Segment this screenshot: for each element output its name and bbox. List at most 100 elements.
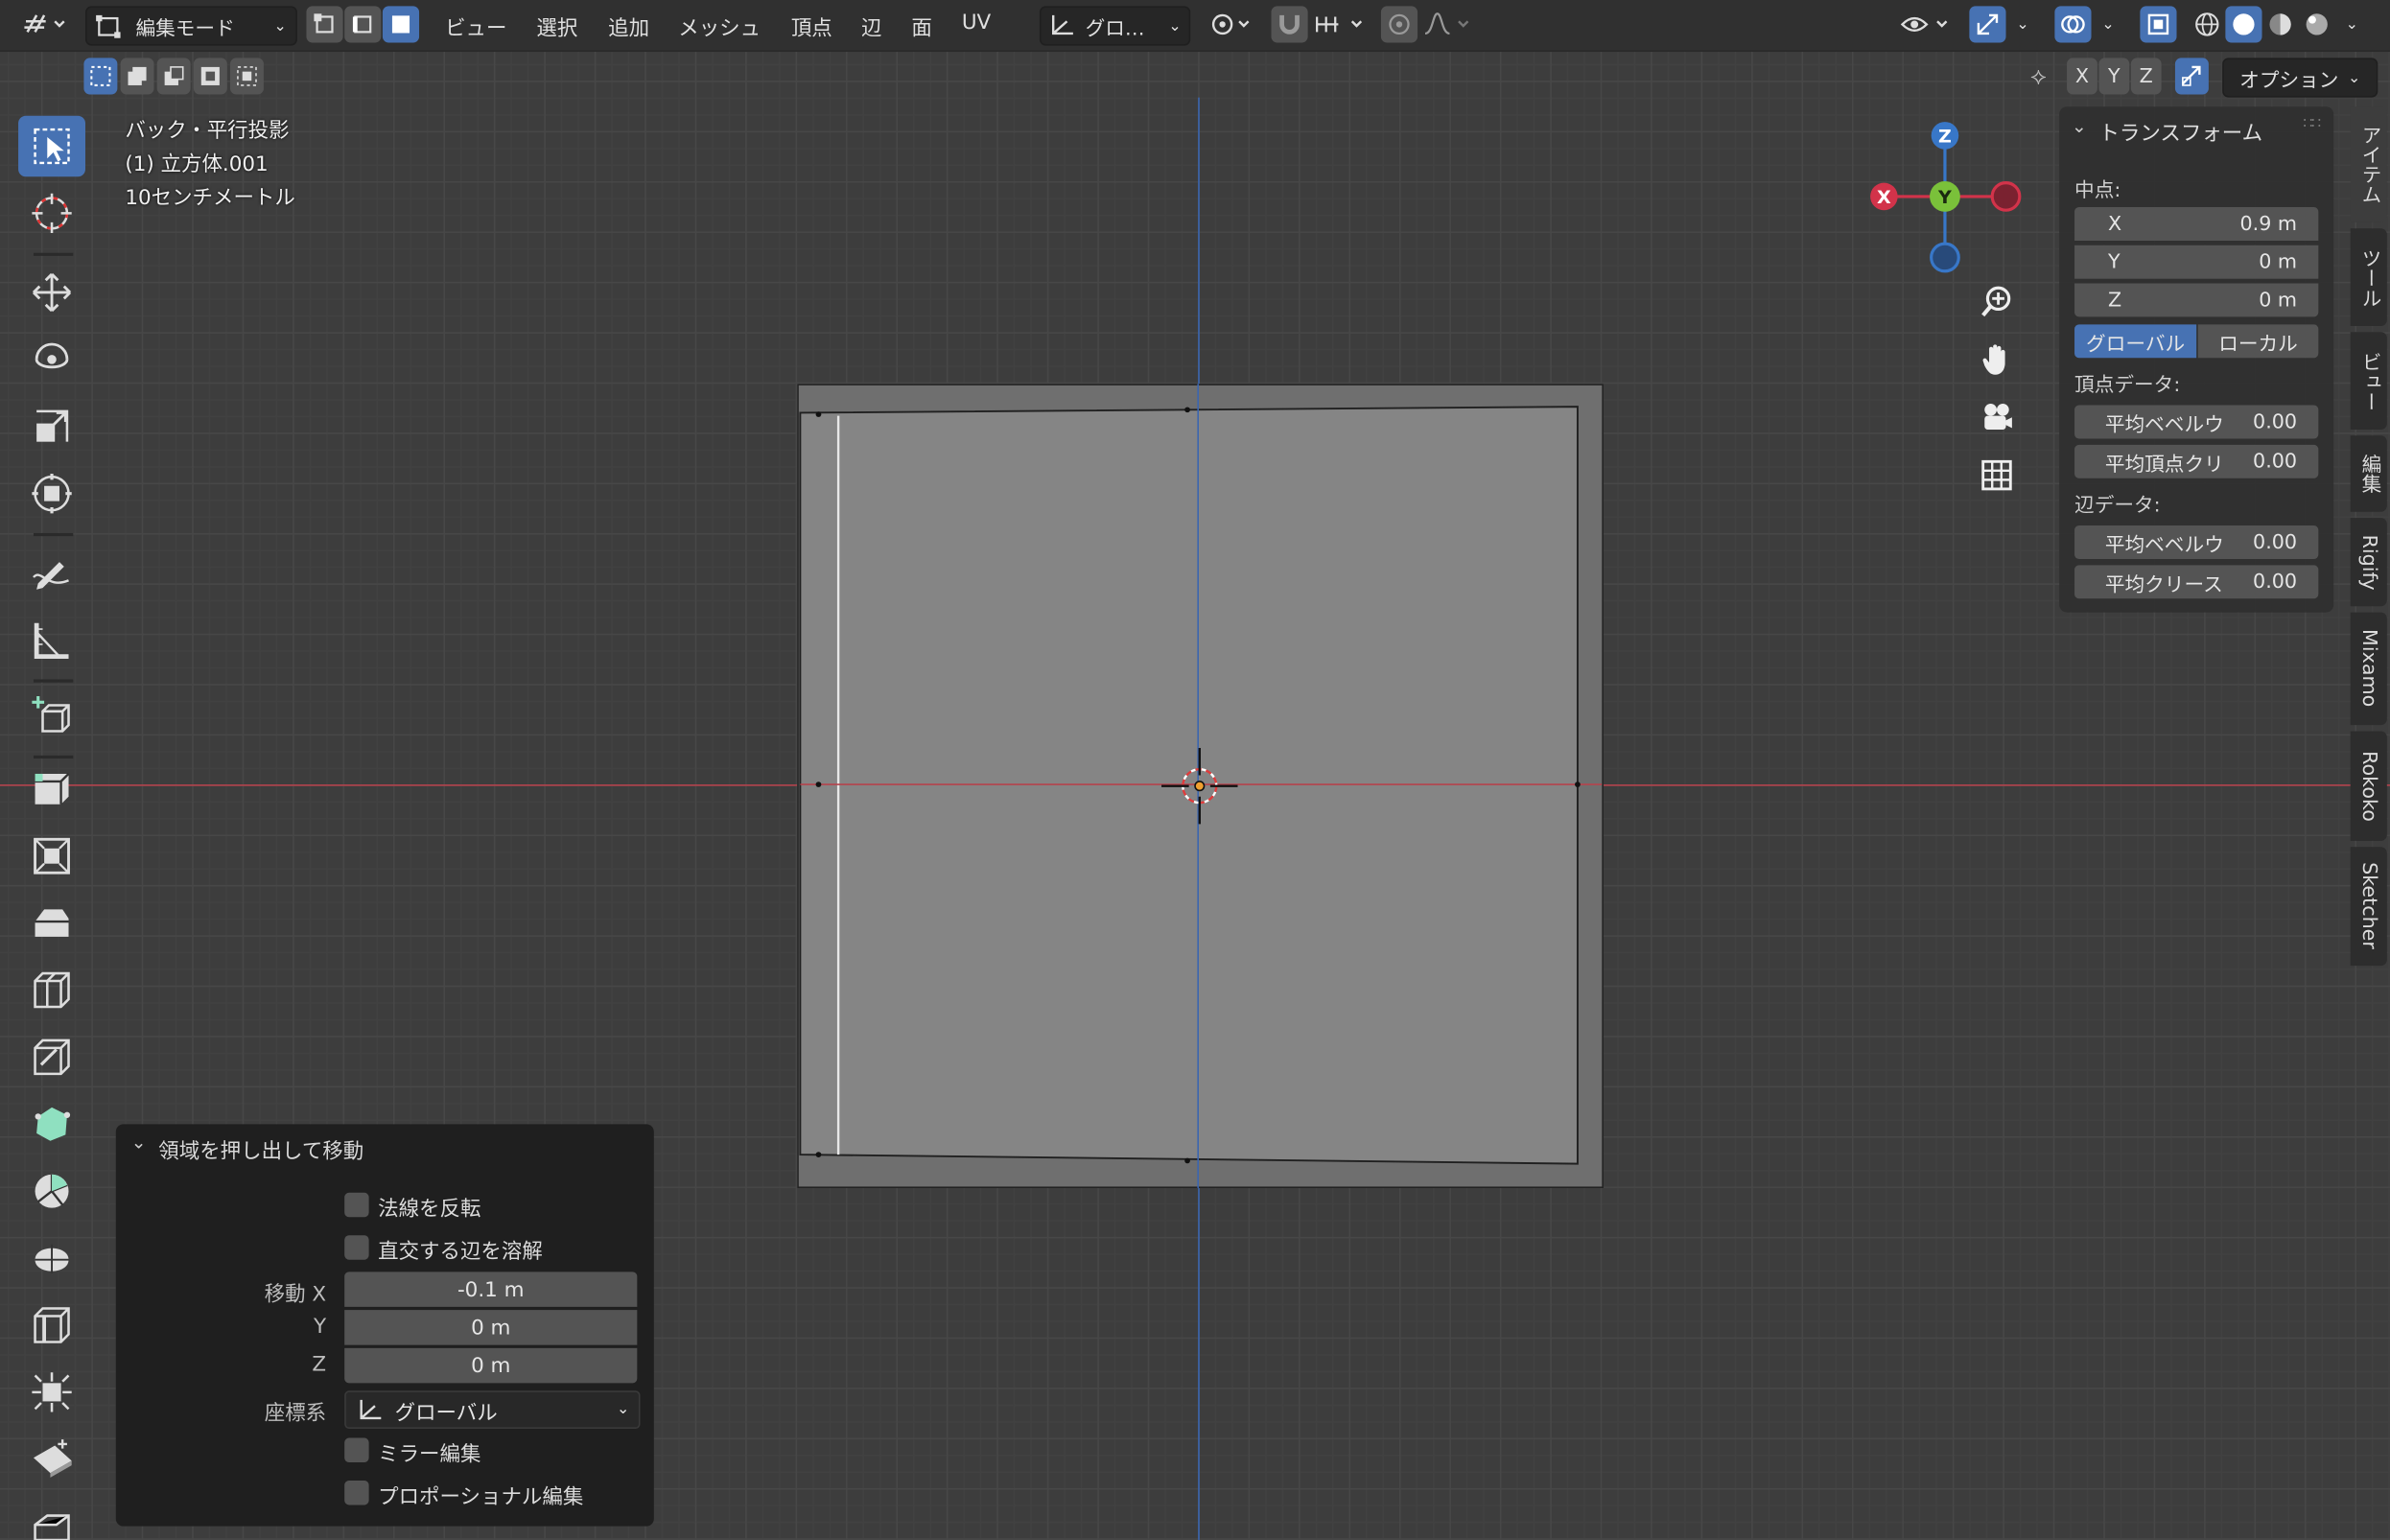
shading-wireframe-button[interactable] (2189, 6, 2225, 42)
loop-cut-tool[interactable] (18, 960, 85, 1021)
overlay-toggle-button[interactable] (2054, 6, 2092, 43)
menu-edge[interactable]: 辺 (861, 11, 881, 41)
proportional-edit-button[interactable] (1380, 6, 1418, 43)
drag-handle-icon[interactable]: ∷∷ (2303, 116, 2321, 132)
annotate-tool[interactable] (18, 543, 85, 604)
poly-build-tool[interactable] (18, 1094, 85, 1155)
edge-crease-field[interactable]: 平均クリース 0.00 (2074, 565, 2319, 599)
shading-solid-button[interactable] (2225, 6, 2262, 43)
menu-vertex[interactable]: 頂点 (791, 11, 832, 41)
menu-face[interactable]: 面 (911, 11, 931, 41)
y-value: 0 m (2259, 250, 2298, 274)
move-x-field[interactable]: -0.1 m (344, 1272, 638, 1307)
select-box-tool[interactable] (18, 115, 86, 177)
shading-material-button[interactable] (2262, 6, 2299, 42)
menu-add[interactable]: 追加 (608, 11, 649, 41)
global-toggle[interactable]: グローバル (2074, 324, 2197, 359)
transform-orientation-dropdown[interactable]: グロ… ⌄ (1039, 6, 1191, 46)
camera-view-button[interactable] (1969, 390, 2024, 445)
navigation-gizmo[interactable]: Z X Y (1863, 116, 2027, 281)
tab-tool[interactable]: ツール (2350, 228, 2387, 326)
tab-view[interactable]: ビュー (2350, 332, 2387, 430)
tab-sketcher[interactable]: Sketcher (2350, 847, 2387, 967)
edge-select-button[interactable] (344, 6, 382, 43)
rotate-tool[interactable] (18, 329, 85, 390)
menu-mesh[interactable]: メッシュ (678, 11, 761, 41)
bevel-tool[interactable] (18, 893, 85, 954)
3d-cursor-icon[interactable] (1159, 745, 1241, 828)
flip-normals-checkbox[interactable] (344, 1192, 369, 1218)
overlay-dropdown[interactable]: ⌄ (2095, 6, 2122, 42)
gizmo-dropdown[interactable]: ⌄ (2009, 6, 2037, 42)
mirror-z-button[interactable]: Z (2130, 58, 2162, 95)
shading-rendered-button[interactable] (2299, 6, 2335, 42)
shading-dropdown[interactable]: ⌄ (2338, 6, 2366, 42)
knife-tool[interactable] (18, 1027, 85, 1088)
pan-button[interactable] (1969, 332, 2024, 386)
tab-rokoko[interactable]: Rokoko (2350, 731, 2387, 841)
editor-type-button[interactable] (18, 6, 73, 42)
spin-tool[interactable] (18, 1160, 85, 1222)
select-intersect-button[interactable] (229, 58, 264, 95)
auto-merge-button[interactable] (2174, 58, 2209, 95)
select-subtract-button[interactable] (156, 58, 191, 95)
local-toggle[interactable]: ローカル (2197, 324, 2319, 359)
menu-uv[interactable]: UV (962, 11, 991, 35)
mirror-edit-label: ミラー編集 (378, 1442, 481, 1467)
edge-bevel-field[interactable]: 平均ベベルウ 0.00 (2074, 525, 2319, 559)
select-invert-button[interactable] (193, 58, 227, 95)
mirror-y-button[interactable]: Y (2098, 58, 2130, 95)
vertex-crease-field[interactable]: 平均頂点クリ 0.00 (2074, 444, 2319, 478)
median-y-field[interactable]: Y 0 m (2074, 245, 2319, 279)
extrude-tool[interactable] (18, 758, 85, 820)
dissolve-checkbox[interactable] (344, 1235, 369, 1260)
measure-tool[interactable] (18, 609, 85, 670)
snap-target-button[interactable] (1311, 6, 1372, 42)
zoom-button[interactable] (1969, 274, 2024, 329)
options-dropdown[interactable]: オプション ⌄ (2222, 58, 2378, 98)
face-select-button[interactable] (382, 6, 420, 43)
add-cube-tool[interactable] (18, 686, 85, 747)
smooth-tool[interactable] (18, 1227, 85, 1289)
edge-slide-tool[interactable] (18, 1295, 85, 1356)
tab-edit[interactable]: 編集 (2350, 435, 2387, 512)
rotate-icon (35, 342, 69, 369)
median-z-field[interactable]: Z 0 m (2074, 283, 2319, 317)
proportional-edit-checkbox[interactable] (344, 1481, 369, 1505)
cursor-tool[interactable] (18, 183, 85, 245)
tab-rigify[interactable]: Rigify (2350, 518, 2387, 607)
median-x-field[interactable]: X 0.9 m (2074, 207, 2319, 241)
ortho-toggle-button[interactable] (1969, 448, 2024, 502)
panel-header[interactable]: ⌄ トランスフォーム ∷∷ (2059, 106, 2333, 149)
rip-tool[interactable] (18, 1496, 85, 1540)
mirror-x-button[interactable]: X (2067, 58, 2097, 95)
select-new-button[interactable] (83, 58, 118, 95)
shear-tool[interactable] (18, 1429, 85, 1490)
shrink-fatten-tool[interactable] (18, 1362, 85, 1423)
tab-item[interactable]: アイテム (2350, 106, 2387, 222)
xray-icon (2147, 13, 2169, 35)
move-z-field[interactable]: 0 m (344, 1347, 638, 1384)
transform-tool[interactable] (18, 463, 85, 525)
inset-tool[interactable] (18, 826, 85, 887)
falloff-button[interactable] (1420, 6, 1475, 42)
vertex-select-button[interactable] (306, 6, 343, 43)
orientation-dropdown[interactable]: グローバル ⌄ (344, 1390, 641, 1430)
select-extend-button[interactable] (120, 58, 154, 95)
pivot-point-button[interactable] (1205, 6, 1259, 42)
tab-mixamo[interactable]: Mixamo (2350, 612, 2387, 726)
menu-select[interactable]: 選択 (536, 11, 577, 41)
mirror-edit-checkbox[interactable] (344, 1437, 369, 1462)
gizmo-toggle-button[interactable] (1969, 6, 2006, 43)
snap-grid-icon (1316, 16, 1363, 33)
menu-view[interactable]: ビュー (445, 11, 506, 41)
mode-dropdown[interactable]: 編集モード ⌄ (85, 6, 297, 46)
operator-panel-header[interactable]: ⌄ 領域を押し出して移動 (116, 1124, 654, 1166)
snap-toggle-button[interactable] (1271, 6, 1308, 43)
move-tool[interactable] (18, 262, 85, 323)
scale-tool[interactable] (18, 396, 85, 457)
visibility-button[interactable] (1896, 6, 1957, 42)
xray-toggle-button[interactable] (2140, 6, 2177, 43)
move-y-field[interactable]: 0 m (344, 1310, 638, 1345)
vertex-bevel-field[interactable]: 平均ベベルウ 0.00 (2074, 405, 2319, 439)
